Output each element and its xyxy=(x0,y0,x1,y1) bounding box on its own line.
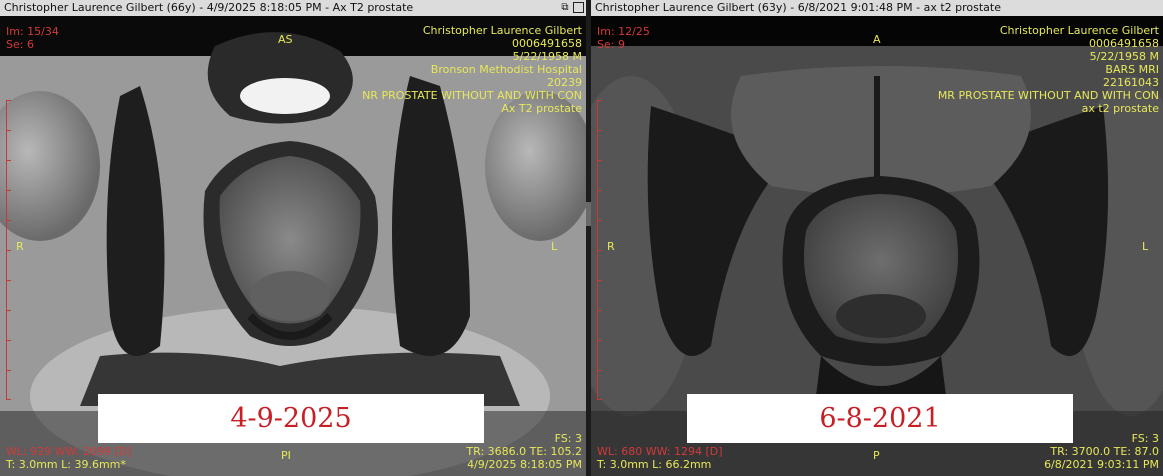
orientation-right: L xyxy=(551,240,558,253)
institution: BARS MRI xyxy=(1105,63,1159,76)
acquisition-datetime: 4/9/2025 8:18:05 PM xyxy=(467,458,582,471)
acquisition-datetime: 6/8/2021 9:03:11 PM xyxy=(1044,458,1159,471)
accession: 20239 xyxy=(547,76,582,89)
study-description: NR PROSTATE WITHOUT AND WITH CON xyxy=(362,89,582,102)
orientation-left: R xyxy=(607,240,615,253)
viewport-title-bar[interactable]: Christopher Laurence Gilbert (66y) - 4/9… xyxy=(0,0,586,16)
date-label: 6-8-2021 xyxy=(687,394,1073,443)
window-maximize-icon[interactable] xyxy=(573,2,584,13)
patient-info: Christopher Laurence Gilbert 0006491658 … xyxy=(362,24,582,115)
orientation-right: L xyxy=(1142,240,1149,253)
orientation-bottom: PI xyxy=(281,449,291,462)
orientation-top: AS xyxy=(278,33,293,46)
window-level: WL: 680 WW: 1294 [D] xyxy=(597,445,723,458)
viewport-title: Christopher Laurence Gilbert (63y) - 6/8… xyxy=(595,1,1001,14)
study-description: MR PROSTATE WITHOUT AND WITH CON xyxy=(937,89,1159,102)
series-description: ax t2 prostate xyxy=(1081,102,1159,115)
orientation-top: A xyxy=(873,33,881,46)
acquisition-info: WL: 680 WW: 1294 [D] T: 3.0mm L: 66.2mm xyxy=(597,445,723,471)
institution: Bronson Methodist Hospital xyxy=(430,63,582,76)
viewport-title: Christopher Laurence Gilbert (66y) - 4/9… xyxy=(4,1,414,14)
image-info: Im: 12/25 Se: 9 xyxy=(597,25,650,51)
slice-thickness: T: 3.0mm L: 39.6mm* xyxy=(6,458,126,471)
date-label: 4-9-2025 xyxy=(98,394,484,443)
scale-ruler xyxy=(6,100,13,400)
accession: 22161043 xyxy=(1103,76,1159,89)
tr-te: TR: 3700.0 TE: 87.0 xyxy=(1050,445,1159,458)
window-level: WL: 929 WW: 2099 [D] xyxy=(6,445,132,458)
scale-ruler xyxy=(597,100,604,400)
viewport-right[interactable]: Christopher Laurence Gilbert (63y) - 6/8… xyxy=(591,0,1163,476)
patient-name: Christopher Laurence Gilbert xyxy=(422,24,582,37)
orientation-left: R xyxy=(16,240,24,253)
acquisition-info: WL: 929 WW: 2099 [D] T: 3.0mm L: 39.6mm* xyxy=(6,445,132,471)
patient-id: 0006491658 xyxy=(512,37,582,50)
series-number: Se: 6 xyxy=(6,38,34,51)
viewport-left[interactable]: Christopher Laurence Gilbert (66y) - 4/9… xyxy=(0,0,586,476)
patient-dob-sex: 5/22/1958 M xyxy=(512,50,582,63)
image-number: Im: 15/34 xyxy=(6,25,59,38)
window-restore-icon[interactable]: ⧉ xyxy=(559,2,571,14)
tr-te: TR: 3686.0 TE: 105.2 xyxy=(466,445,582,458)
patient-info: Christopher Laurence Gilbert 0006491658 … xyxy=(938,24,1159,115)
patient-name: Christopher Laurence Gilbert xyxy=(999,24,1159,37)
series-number: Se: 9 xyxy=(597,38,625,51)
viewport-title-bar[interactable]: Christopher Laurence Gilbert (63y) - 6/8… xyxy=(591,0,1163,16)
image-number: Im: 12/25 xyxy=(597,25,650,38)
patient-dob-sex: 5/22/1958 M xyxy=(1089,50,1159,63)
image-info: Im: 15/34 Se: 6 xyxy=(6,25,59,51)
series-description: Ax T2 prostate xyxy=(501,102,582,115)
patient-id: 0006491658 xyxy=(1089,37,1159,50)
orientation-bottom: P xyxy=(873,449,880,462)
slice-thickness: T: 3.0mm L: 66.2mm xyxy=(597,458,712,471)
